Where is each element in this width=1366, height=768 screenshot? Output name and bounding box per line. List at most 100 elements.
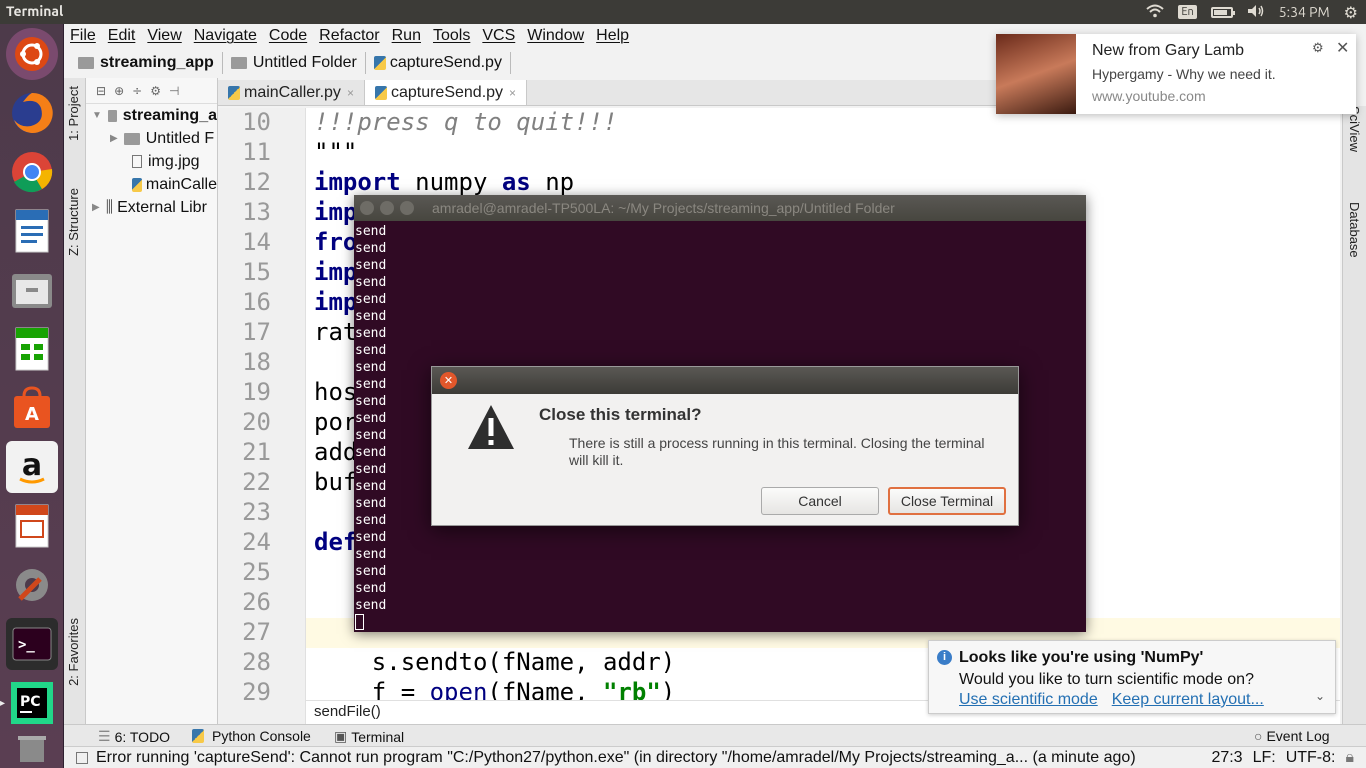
menu-refactor[interactable]: Refactor	[319, 27, 379, 45]
libreoffice-impress-icon[interactable]	[6, 500, 58, 552]
file-encoding[interactable]: UTF-8:	[1286, 749, 1336, 767]
system-settings-icon[interactable]	[6, 559, 58, 611]
terminal-icon[interactable]: >_	[6, 618, 58, 670]
code-line: imp	[314, 198, 357, 226]
code-line: import numpy as np	[314, 168, 574, 196]
menu-navigate[interactable]: Navigate	[194, 27, 257, 45]
close-icon[interactable]: ✕	[1336, 38, 1349, 58]
terminal-titlebar[interactable]: amradel@amradel-TP500LA: ~/My Projects/s…	[354, 195, 1086, 221]
amazon-icon[interactable]: a	[6, 441, 58, 493]
maximize-icon[interactable]	[400, 201, 414, 215]
pycharm-icon[interactable]: PC	[0, 677, 58, 729]
todo-tool-button[interactable]: ☰ 6: TODO	[98, 728, 170, 745]
code-line: s.sendto(fName, addr)	[314, 648, 675, 676]
menu-tools[interactable]: Tools	[433, 27, 470, 45]
volume-icon[interactable]	[1247, 4, 1265, 21]
terminal-output-line: send	[355, 258, 387, 273]
lock-icon[interactable]: 🔒︎	[1345, 749, 1354, 767]
files-icon[interactable]	[6, 264, 58, 316]
battery-icon[interactable]	[1210, 6, 1235, 18]
folder-icon	[78, 57, 94, 69]
todo-icon: ☰	[98, 728, 111, 744]
caret-position[interactable]: 27:3	[1211, 749, 1242, 767]
keep-layout-link[interactable]: Keep current layout...	[1112, 691, 1264, 709]
svg-text:a: a	[22, 448, 42, 483]
tree-item-maincaller[interactable]: mainCalle	[86, 173, 217, 196]
code-line: hos	[314, 378, 357, 406]
notification-thumbnail	[996, 34, 1076, 114]
status-toggle-icon[interactable]	[76, 751, 88, 764]
line-number: 19	[242, 378, 271, 406]
close-icon[interactable]: ×	[509, 86, 516, 100]
line-separator[interactable]: LF:	[1253, 749, 1276, 767]
python-console-tool-button[interactable]: Python Console	[192, 728, 311, 744]
gear-icon[interactable]: ⚙	[150, 84, 161, 98]
ubuntu-dash-icon[interactable]	[6, 28, 58, 80]
wifi-icon[interactable]	[1146, 4, 1164, 21]
cancel-button[interactable]: Cancel	[761, 487, 879, 515]
tree-item-label: External Libr	[117, 198, 207, 216]
close-icon[interactable]: ×	[347, 86, 354, 100]
notification-body: Hypergamy - Why we need it.	[1092, 66, 1276, 82]
tab-favorites[interactable]: 2: Favorites	[66, 618, 81, 686]
keyword: imp	[314, 258, 358, 286]
dialog-titlebar[interactable]	[432, 367, 1018, 394]
notification-title: New from Gary Lamb	[1092, 42, 1245, 59]
menu-code[interactable]: Code	[269, 27, 307, 45]
terminal-tool-button[interactable]: ▣ Terminal	[334, 728, 404, 745]
folder-icon	[107, 109, 117, 122]
close-terminal-button[interactable]: Close Terminal	[888, 487, 1006, 515]
tree-item-external-libraries[interactable]: ▶ ⫼ External Libr	[86, 196, 217, 219]
tree-item-untitled-folder[interactable]: ▶ Untitled F	[86, 127, 217, 150]
chevron-down-icon[interactable]: ⌄	[1315, 689, 1325, 703]
keyboard-layout-indicator[interactable]: En	[1178, 5, 1197, 19]
tab-structure[interactable]: Z: Structure	[66, 188, 81, 256]
software-center-icon[interactable]: A	[6, 382, 58, 434]
folder-icon	[123, 132, 140, 145]
tab-maincaller[interactable]: mainCaller.py ×	[218, 80, 365, 105]
scroll-from-source-icon[interactable]: ⊕	[114, 84, 124, 98]
menu-window[interactable]: Window	[527, 27, 584, 45]
line-number: 16	[242, 288, 271, 316]
use-scientific-mode-link[interactable]: Use scientific mode	[959, 691, 1098, 709]
chrome-icon[interactable]	[6, 146, 58, 198]
settings-gear-icon[interactable]: ⚙	[1344, 3, 1358, 22]
tab-project[interactable]: 1: Project	[66, 86, 81, 141]
firefox-icon[interactable]	[6, 87, 58, 139]
menu-vcs[interactable]: VCS	[482, 27, 515, 45]
code-line: imp	[314, 288, 357, 316]
gear-icon[interactable]: ⚙	[1312, 40, 1324, 56]
close-terminal-dialog: ✕ Close this terminal? There is still a …	[431, 366, 1019, 526]
status-message[interactable]: Error running 'captureSend': Cannot run …	[96, 749, 1136, 767]
menu-run[interactable]: Run	[392, 27, 421, 45]
left-tool-strip: 1: Project Z: Structure 2: Favorites	[64, 78, 86, 728]
keyword: def	[314, 528, 358, 556]
tab-capturesend[interactable]: captureSend.py ×	[364, 80, 528, 105]
event-log-tool-button[interactable]: ○ Event Log	[1254, 728, 1330, 744]
system-top-bar: Terminal En 5:34 PM ⚙	[0, 0, 1366, 24]
libreoffice-writer-icon[interactable]	[6, 205, 58, 257]
breadcrumb-folder[interactable]: Untitled Folder	[223, 52, 366, 74]
minimize-icon[interactable]	[380, 201, 394, 215]
menu-file[interactable]: File	[70, 27, 96, 45]
clock[interactable]: 5:34 PM	[1279, 4, 1330, 20]
menu-edit[interactable]: Edit	[108, 27, 136, 45]
hide-panel-icon[interactable]: ⊣	[169, 84, 179, 98]
youtube-notification[interactable]: New from Gary Lamb Hypergamy - Why we ne…	[996, 34, 1356, 114]
tree-item-project-root[interactable]: ▼ streaming_a	[86, 104, 217, 127]
tree-item-img[interactable]: img.jpg	[86, 150, 217, 173]
breadcrumb-file[interactable]: captureSend.py	[366, 52, 511, 74]
breadcrumb-project[interactable]: streaming_app	[70, 52, 223, 74]
close-icon[interactable]	[360, 201, 374, 215]
tab-database[interactable]: Database	[1347, 202, 1362, 258]
menu-help[interactable]: Help	[596, 27, 629, 45]
line-number: 13	[242, 198, 271, 226]
collapse-icon[interactable]: ⊟	[96, 84, 106, 98]
battery-level	[1213, 9, 1228, 15]
expand-icon[interactable]: ÷	[132, 84, 142, 98]
menu-view[interactable]: View	[147, 27, 181, 45]
trash-icon[interactable]	[6, 729, 58, 765]
close-icon[interactable]: ✕	[440, 372, 457, 389]
terminal-output-line: send	[355, 547, 387, 562]
libreoffice-calc-icon[interactable]	[6, 323, 58, 375]
